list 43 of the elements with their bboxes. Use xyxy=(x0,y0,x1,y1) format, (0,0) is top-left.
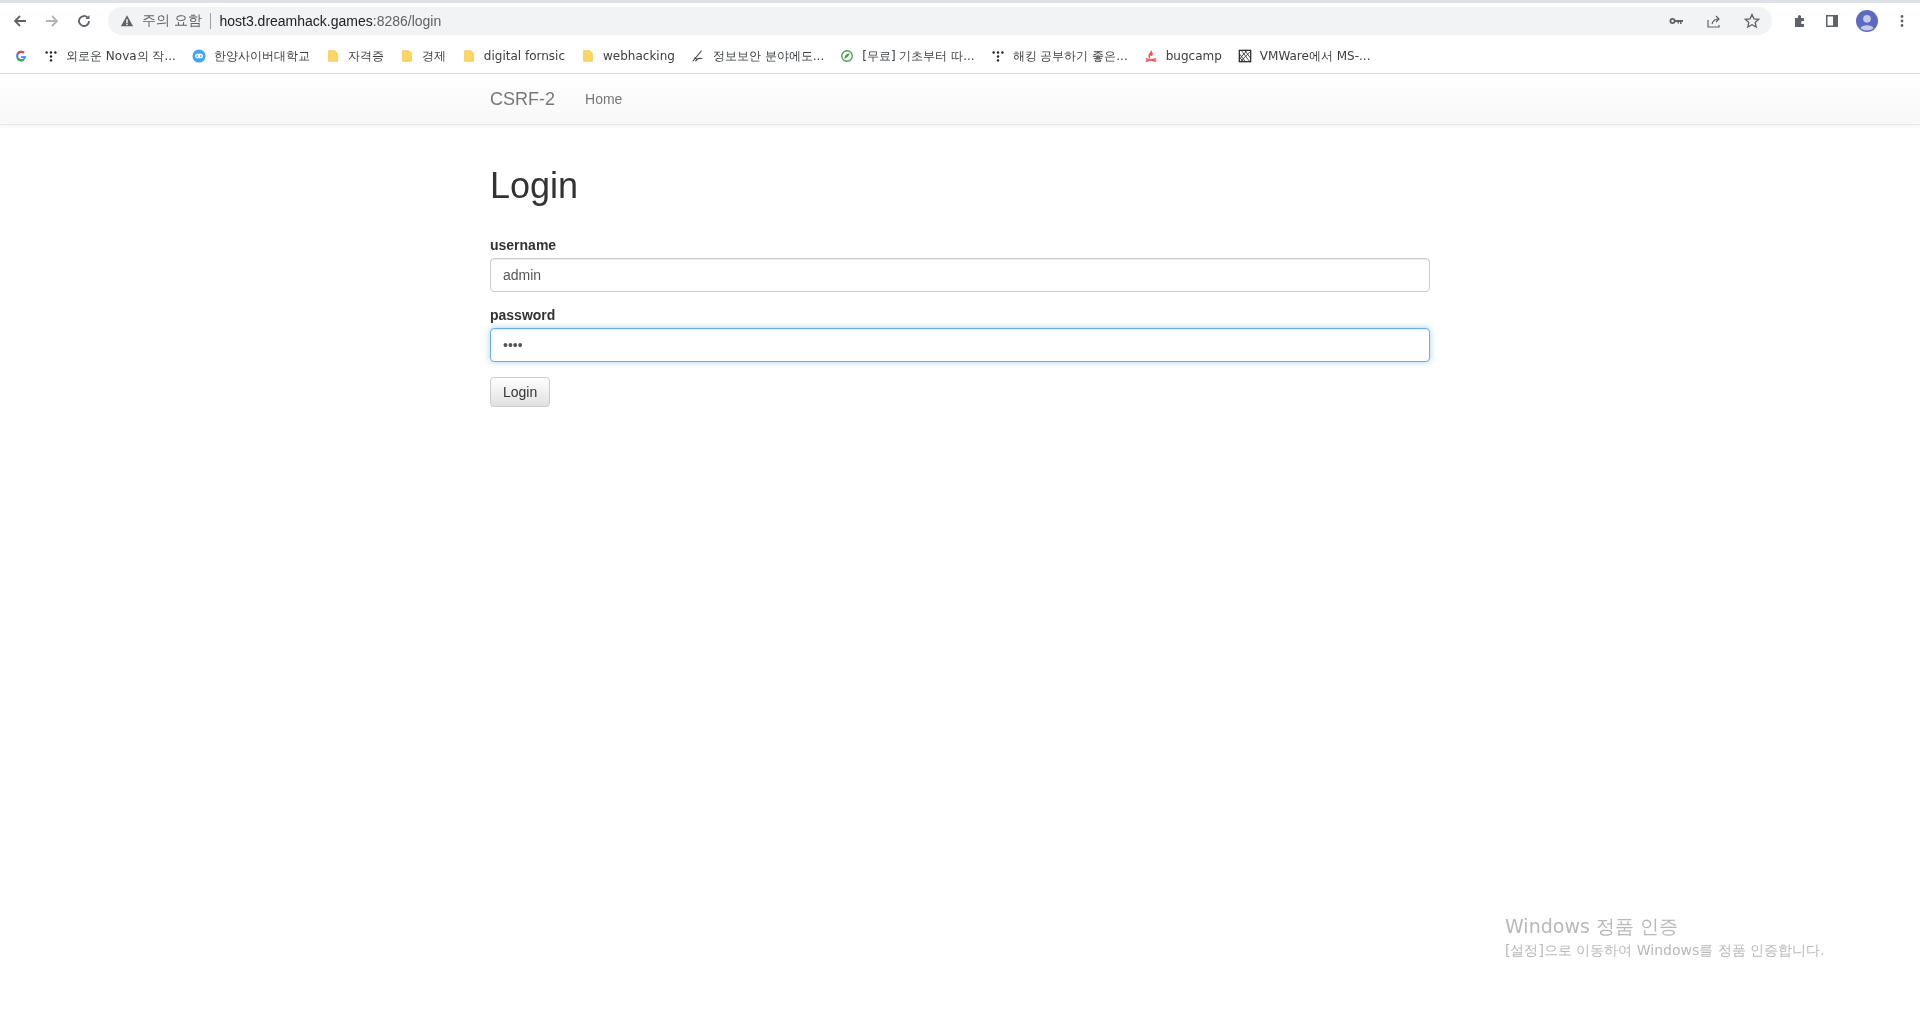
reload-icon[interactable] xyxy=(76,13,92,29)
security-label: 주의 요함 xyxy=(142,12,203,30)
bookmark-link[interactable]: 자격증 xyxy=(347,47,384,65)
url-text: host3.dreamhack.games:8286/login xyxy=(219,13,442,29)
folder-icon xyxy=(461,49,476,63)
site-brand[interactable]: CSRF-2 xyxy=(490,88,555,110)
folder-icon xyxy=(581,49,596,63)
profile-avatar-icon[interactable] xyxy=(1856,10,1878,32)
bookmark-link[interactable]: 경제 xyxy=(421,47,446,65)
back-icon[interactable] xyxy=(12,13,28,29)
google-icon[interactable] xyxy=(14,49,28,63)
bookmark-link[interactable]: bugcamp xyxy=(1165,49,1222,63)
bookmark-link[interactable]: webhacking xyxy=(603,49,675,63)
dots-icon xyxy=(44,49,58,63)
activation-message: [설정]으로 이동하여 Windows를 정품 인증합니다. xyxy=(1505,942,1825,960)
address-bar[interactable]: 주의 요함 host3.dreamhack.games:8286/login xyxy=(108,7,1772,35)
bookmark-link[interactable]: 정보보안 분야에도... xyxy=(712,47,825,65)
text-field[interactable]: •••• xyxy=(490,328,1430,362)
login-button[interactable]: Login xyxy=(490,377,551,407)
field-label: username xyxy=(490,237,558,253)
pen-icon xyxy=(690,49,705,63)
dots-icon xyxy=(990,49,1005,63)
side-panel-icon[interactable] xyxy=(1824,13,1840,29)
warning-icon xyxy=(120,14,134,28)
hatched-square-icon xyxy=(1237,49,1252,63)
bookmark-link[interactable]: [무료] 기초부터 따... xyxy=(862,47,975,65)
bookmark-link[interactable]: 외로운 Nova의 작... xyxy=(66,47,176,65)
star-icon[interactable] xyxy=(1744,13,1760,29)
folder-icon xyxy=(399,49,414,63)
page-title: Login xyxy=(490,165,580,207)
bookmark-link[interactable]: digital fornsic xyxy=(483,49,566,63)
robot-face-icon xyxy=(191,49,206,63)
leaf-icon xyxy=(840,49,855,63)
bookmark-link[interactable]: 한양사이버대학교 xyxy=(213,47,310,65)
nav-link[interactable]: Home xyxy=(585,91,623,107)
bookmark-link[interactable]: VMWare에서 MS-... xyxy=(1259,47,1371,65)
text-field[interactable]: admin xyxy=(490,258,1430,292)
folder-icon xyxy=(325,49,340,63)
share-icon[interactable] xyxy=(1706,13,1722,29)
bookmark-link[interactable]: 해킹 공부하기 좋은... xyxy=(1012,47,1128,65)
flame-icon xyxy=(1143,49,1158,63)
activation-title: Windows 정품 인증 xyxy=(1505,914,1679,939)
field-label: password xyxy=(490,307,557,323)
